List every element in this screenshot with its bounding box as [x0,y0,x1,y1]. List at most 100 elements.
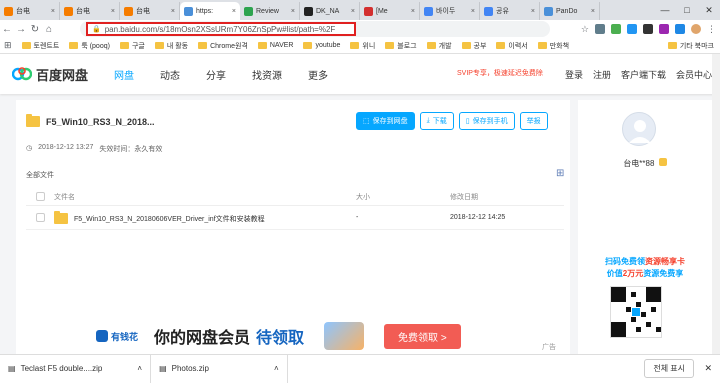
download-item[interactable]: ▤ Teclast F5 double....zip ˄ [0,354,152,383]
browser-tab[interactable]: 台电 × [120,2,180,20]
bookmark-item[interactable]: 툭 (pooq) [69,41,110,51]
save-to-phone-button[interactable]: ▯ 保存到手机 [458,112,515,130]
tab-close-icon[interactable]: × [232,8,236,15]
save-to-netdisk-button[interactable]: ⬚ 保存到网盘 [356,112,415,130]
login-link[interactable]: 登录 [565,68,583,81]
minimize-button[interactable]: — [654,5,676,15]
bookmark-item[interactable]: 개발 [426,41,452,51]
save-to-phone-label: 保存到手机 [472,118,508,125]
tab-close-icon[interactable]: × [171,8,175,15]
download-item[interactable]: ▤ Photos.zip ˄ [151,354,288,383]
extension-icon[interactable] [659,24,669,34]
extension-icon[interactable] [611,24,621,34]
chevron-up-icon[interactable]: ˄ [137,364,142,373]
col-size[interactable]: 大小 [356,192,370,202]
chevron-up-icon[interactable]: ˄ [274,364,279,373]
star-icon[interactable]: ☆ [581,24,589,35]
bookmark-item[interactable]: 내 활동 [154,41,188,51]
bookmark-item[interactable]: 구글 [119,41,145,51]
bookmark-label: 이력서 [508,42,528,50]
tab-close-icon[interactable]: × [411,8,415,15]
nav-find-resources[interactable]: 找资源 [252,67,282,82]
bookmark-item[interactable]: 이력서 [496,41,528,51]
back-icon[interactable]: ← [0,24,14,35]
close-icon[interactable]: ✕ [704,363,712,374]
bookmark-item[interactable]: 위니 [350,41,375,51]
browser-tab[interactable]: 台电 × [0,2,60,20]
col-modified[interactable]: 修改日期 [450,192,478,202]
download-button[interactable]: ⤓ 下载 [419,112,454,130]
extension-icon[interactable] [627,24,637,34]
ad-claim-button[interactable]: 免费领取 > [384,323,461,349]
bookmark-item[interactable]: 토렌트트 [21,41,60,51]
row-checkbox[interactable] [36,213,45,222]
tab-label: 台电 [76,8,90,15]
nav-more[interactable]: 更多 [308,67,328,82]
file-date: 2018-12-12 14:25 [450,214,506,221]
extension-icon[interactable] [643,24,653,34]
all-files-label[interactable]: 全部文件 [26,170,54,180]
bookmark-item[interactable]: 기타 북마크 [667,41,714,51]
maximize-button[interactable]: □ [676,5,698,15]
window-controls: — □ ✕ [654,0,720,20]
client-download-link[interactable]: 客户端下载 [621,68,666,81]
download-item-name: Teclast F5 double....zip [20,364,103,373]
bookmark-item[interactable]: Chrome원격 [198,41,248,51]
browser-tab[interactable]: Review × [240,2,300,20]
extension-icons: ☆ ⋮ [581,21,716,37]
bookmark-item[interactable]: 공부 [461,41,486,51]
extension-icon[interactable] [675,24,685,34]
bookmark-item[interactable]: 만화책 [537,41,569,51]
member-center-link[interactable]: 会员中心 [676,68,712,81]
browser-tab[interactable]: 바이두 × [420,2,480,20]
extension-icon[interactable] [595,24,605,34]
bookmark-item[interactable]: 블로그 [385,41,417,51]
close-window-button[interactable]: ✕ [698,5,720,16]
select-all-checkbox[interactable] [36,192,45,201]
bookmark-label: 토렌트트 [33,42,60,50]
reload-icon[interactable]: ↻ [28,24,42,35]
menu-icon[interactable]: ⋮ [707,24,716,35]
table-row[interactable]: F5_Win10_RS3_N_20180606VER_Driver_inf文件和… [26,206,564,230]
tab-close-icon[interactable]: × [591,8,595,15]
file-icon: ▤ [159,364,167,373]
clock-icon: ◷ [26,145,33,152]
share-title: F5_Win10_RS3_N_2018... [26,114,154,127]
site-logo[interactable]: 百度网盘 [11,65,88,84]
tab-close-icon[interactable]: × [51,8,55,15]
nav-netdisk[interactable]: 网盘 [114,67,134,82]
show-all-button[interactable]: 전체 표시 [644,359,694,378]
tab-close-icon[interactable]: × [351,8,355,15]
forward-icon[interactable]: → [14,24,28,35]
browser-tab[interactable]: [Me × [360,2,420,20]
tab-close-icon[interactable]: × [111,8,115,15]
col-filename[interactable]: 文件名 [54,192,75,202]
tab-close-icon[interactable]: × [531,8,535,15]
browser-tab[interactable]: https: × [180,2,240,20]
bookmark-item[interactable]: NAVER [257,42,293,49]
browser-tab[interactable]: 台电 × [60,2,120,20]
bookmark-item[interactable]: youtube [303,42,340,49]
tab-close-icon[interactable]: × [471,8,475,15]
home-icon[interactable]: ⌂ [42,24,56,35]
svip-promo[interactable]: SVIP专享，极速延迟免费除 [457,68,543,81]
header-right: SVIP专享，极速延迟免费除 登录 注册 客户端下载 会员中心 [457,68,712,81]
url-field[interactable]: 🔒 pan.baidu.com/s/18mOsn2XSsURm7Y06ZnSpP… [86,22,356,36]
browser-tab[interactable]: PanDo × [540,2,600,20]
profile-avatar[interactable] [691,24,701,34]
report-button[interactable]: 举报 [519,112,548,130]
nav-share[interactable]: 分享 [206,67,226,82]
grid-view-icon[interactable]: ⊞ [556,168,564,179]
browser-tab[interactable]: 공유 × [480,2,540,20]
nav-dynamic[interactable]: 动态 [160,67,180,82]
avatar[interactable] [622,112,656,146]
tab-close-icon[interactable]: × [291,8,295,15]
register-link[interactable]: 注册 [593,68,611,81]
ad-banner[interactable]: 有钱花 你的网盘会员 待领取 免费领取 > 广告 [80,318,560,354]
ad-illustration-icon [324,322,365,350]
apps-icon[interactable]: ⊞ [4,40,12,51]
browser-tab[interactable]: DK_NA × [300,2,360,20]
promo-line2-b: 2万元 [622,269,644,278]
scrollbar[interactable] [712,54,720,354]
file-name[interactable]: F5_Win10_RS3_N_20180606VER_Driver_inf文件和… [74,214,265,224]
